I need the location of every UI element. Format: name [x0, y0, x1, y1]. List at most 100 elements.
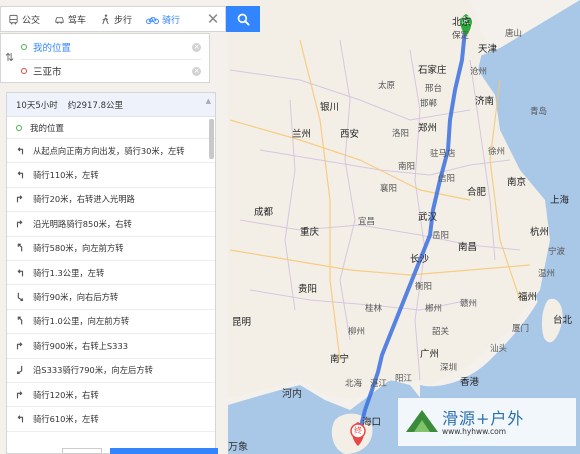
map-label-shantou[interactable]: 汕头	[490, 345, 507, 354]
search-icon	[237, 13, 250, 26]
map-label-xiamen[interactable]: 厦门	[512, 325, 529, 334]
step-row[interactable]: 沿S333骑行790米，向左后方转	[7, 359, 215, 383]
bottom-chip[interactable]	[62, 448, 102, 454]
travel-mode-tabs: 公交 驾车 步行 骑行 ✕	[0, 6, 226, 32]
map-label-xingtai[interactable]: 邢台	[425, 85, 442, 94]
map-label-xinyang[interactable]: 信阳	[438, 175, 455, 184]
step-text: 骑行1.0公里，向左前方转	[33, 316, 130, 327]
route-summary[interactable]: 10天5小时 约2917.8公里 ▲	[7, 93, 215, 117]
map-label-hongkong[interactable]: 香港	[460, 378, 479, 388]
step-row[interactable]: 骑行580米，向左前方转	[7, 237, 215, 261]
map-label-hanoi[interactable]: 河内	[282, 390, 302, 400]
map-label-zhengzhou[interactable]: 郑州	[418, 124, 437, 134]
map-label-yangjiang[interactable]: 阳江	[395, 375, 412, 384]
map-label-wuhan[interactable]: 武汉	[418, 213, 437, 223]
map-label-tangshan[interactable]: 唐山	[505, 30, 522, 39]
map-label-cangzhou[interactable]: 沧州	[470, 68, 487, 77]
map-label-lanzhou[interactable]: 兰州	[292, 130, 311, 140]
step-row[interactable]: 骑行610米，左转	[7, 407, 215, 432]
start-field[interactable]: 我的位置 ×	[21, 35, 201, 59]
map-label-guilin[interactable]: 桂林	[365, 305, 382, 314]
map-label-shanghai[interactable]: 上海	[550, 196, 569, 206]
map-label-fuzhou[interactable]: 福州	[518, 293, 537, 303]
map-label-taipei[interactable]: 台北	[553, 316, 572, 326]
map-label-baoding[interactable]: 保定	[452, 32, 469, 41]
step-row[interactable]: 从起点向正南方向出发，骑行30米，左转	[7, 139, 215, 164]
map-label-yinchuan[interactable]: 银川	[320, 103, 339, 113]
map-label-changsha[interactable]: 长沙	[410, 255, 429, 265]
collapse-icon[interactable]: ▲	[206, 97, 211, 105]
map-label-xian[interactable]: 西安	[340, 130, 359, 140]
end-dot-icon	[21, 68, 27, 74]
step-row[interactable]: 骑行20米，右转进入光明路	[7, 188, 215, 213]
map-label-taiyuan[interactable]: 太原	[378, 82, 395, 91]
swap-icon[interactable]: ⇅	[5, 51, 14, 64]
origin-label: 我的位置	[30, 123, 65, 134]
map-label-nanchang[interactable]: 南昌	[458, 243, 477, 253]
start-input-value[interactable]: 我的位置	[33, 40, 192, 54]
tab-walk[interactable]: 步行	[93, 7, 139, 31]
map-label-nanjing[interactable]: 南京	[507, 178, 526, 188]
map-label-shenzhen[interactable]: 深圳	[440, 364, 457, 373]
map-label-wenzhou[interactable]: 温州	[538, 270, 555, 279]
origin-row[interactable]: 我的位置	[7, 117, 215, 139]
bottom-action-bar[interactable]	[110, 448, 218, 454]
map-label-liuzhou[interactable]: 柳州	[348, 328, 365, 337]
map-label-ningbo[interactable]: 宁波	[548, 248, 565, 257]
map-label-beijing[interactable]: 北京	[452, 18, 471, 28]
map-label-guangzhou[interactable]: 广州	[420, 350, 439, 360]
search-button[interactable]	[226, 6, 260, 32]
map-label-jinan[interactable]: 济南	[475, 97, 494, 107]
tab-bike[interactable]: 骑行	[139, 7, 187, 31]
map-label-chenzhou[interactable]: 郴州	[425, 305, 442, 314]
map-label-xuzhou[interactable]: 徐州	[488, 148, 505, 157]
map-label-nanning[interactable]: 南宁	[330, 355, 349, 365]
map-label-hangzhou[interactable]: 杭州	[530, 228, 549, 238]
step-row[interactable]: 骑行120米，右转	[7, 383, 215, 408]
map-label-xiangyang[interactable]: 襄阳	[380, 185, 397, 194]
step-text: 骑行580米，向左前方转	[33, 243, 124, 254]
close-button[interactable]: ✕	[201, 7, 225, 31]
step-row[interactable]: 骑行1.3公里，左转	[7, 261, 215, 286]
clear-start-icon[interactable]: ×	[192, 42, 201, 52]
step-row[interactable]: 骑行90米，向右后方转	[7, 285, 215, 310]
step-text: 骑行90米，向右后方转	[33, 292, 119, 303]
map-label-handan[interactable]: 邯郸	[420, 100, 437, 109]
map-label-chongqing[interactable]: 重庆	[300, 228, 319, 238]
tab-bus[interactable]: 公交	[1, 7, 47, 31]
end-input-value[interactable]: 三亚市	[33, 64, 192, 78]
turn-back-right-icon	[17, 292, 24, 302]
map-label-shaoguan[interactable]: 韶关	[432, 328, 449, 337]
step-row[interactable]: 骑行110米，左转	[7, 163, 215, 188]
turn-right-icon	[16, 195, 23, 203]
map-label-hefei[interactable]: 合肥	[467, 188, 486, 198]
map-label-zhanjiang[interactable]: 湛江	[370, 380, 387, 389]
tab-car-label: 驾车	[68, 15, 87, 26]
map-label-qingdao[interactable]: 青岛	[530, 108, 547, 117]
map-label-haikou[interactable]: 海口	[362, 418, 381, 428]
map-label-ganzhou[interactable]: 赣州	[460, 300, 477, 309]
route-result[interactable]: 10天5小时 约2917.8公里 ▲ 我的位置 从起点向正南方向出发，骑行30米…	[6, 92, 216, 454]
step-text: 骑行20米，右转进入光明路	[33, 194, 135, 205]
map-label-guiyang[interactable]: 贵阳	[298, 285, 317, 295]
map-label-yichang[interactable]: 宜昌	[358, 218, 375, 227]
step-row[interactable]: 骑行900米，右转上S333	[7, 334, 215, 359]
step-row[interactable]: 骑行1.0公里，向左前方转	[7, 310, 215, 335]
clear-end-icon[interactable]: ×	[192, 66, 201, 76]
map-label-hengyang[interactable]: 衡阳	[415, 283, 432, 292]
map-label-luoyang[interactable]: 洛阳	[392, 130, 409, 139]
map-label-yueyang[interactable]: 岳阳	[432, 232, 449, 241]
map-label-kunming[interactable]: 昆明	[232, 318, 251, 328]
map-label-nanyang[interactable]: 南阳	[398, 163, 415, 172]
map-label-tianjin[interactable]: 天津	[478, 45, 497, 55]
map-label-zhumadian[interactable]: 驻马店	[430, 150, 456, 159]
map-label-beihai[interactable]: 北海	[345, 380, 362, 389]
tab-car[interactable]: 驾车	[47, 7, 93, 31]
map-label-chengdu[interactable]: 成都	[254, 208, 273, 218]
map-label-shijiazhuang[interactable]: 石家庄	[418, 66, 447, 76]
map-label-vientiane[interactable]: 万象	[228, 443, 248, 453]
end-field[interactable]: 三亚市 ×	[21, 59, 201, 83]
scrollbar[interactable]	[209, 119, 214, 159]
turn-slight-left-icon	[17, 317, 23, 325]
step-row[interactable]: 沿光明路骑行850米，右转	[7, 212, 215, 237]
